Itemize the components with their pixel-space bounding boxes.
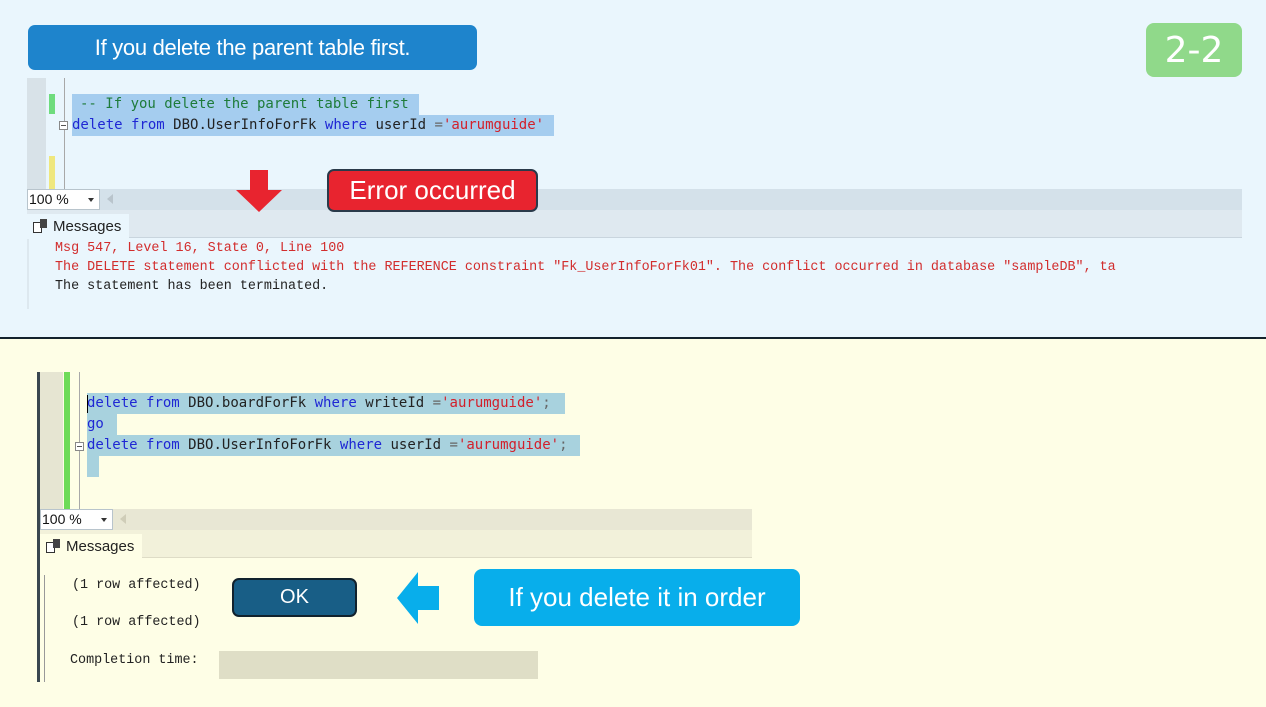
column-name: userId [390, 437, 442, 453]
chevron-down-icon [88, 198, 94, 202]
message-line: The DELETE statement conflicted with the… [55, 260, 1116, 275]
tab-messages-label: Messages [53, 217, 122, 235]
tab-messages[interactable]: Messages [27, 214, 130, 238]
messages-border [44, 575, 45, 682]
arrow-down-icon [236, 170, 282, 212]
message-line: The statement has been terminated. [55, 279, 329, 294]
keyword: where [314, 395, 357, 411]
keyword: from [131, 117, 165, 133]
keyword: delete [87, 395, 138, 411]
collapse-icon[interactable] [59, 121, 68, 130]
chevron-down-icon [101, 518, 107, 522]
results-tab-bar: Messages [40, 530, 752, 558]
message-line: Msg 547, Level 16, State 0, Line 100 [55, 241, 345, 256]
scroll-left-icon[interactable] [120, 514, 126, 524]
zoom-value: 100 % [29, 191, 69, 207]
text-cursor [87, 395, 88, 413]
title-banner: If you delete the parent table first. [28, 25, 477, 70]
change-marker-saved [49, 94, 55, 114]
zoom-dropdown[interactable]: 100 % [27, 189, 100, 210]
messages-border [27, 239, 29, 309]
keyword: from [146, 437, 180, 453]
code-line-empty[interactable] [87, 456, 99, 477]
editor-margin [40, 372, 63, 509]
code-line-delete-board[interactable]: delete from DBO.boardForFk where writeId… [87, 393, 565, 414]
string-literal: 'aurumguide' [441, 395, 543, 411]
outline-line [64, 78, 65, 190]
keyword: delete [72, 117, 123, 133]
editor-zoom-bar: 100 % [27, 189, 1242, 210]
operator: = [434, 117, 443, 133]
message-line: (1 row affected) [72, 578, 201, 593]
messages-icon [46, 539, 60, 553]
completion-time-value-redacted [219, 651, 538, 679]
error-callout: Error occurred [327, 169, 538, 212]
column-name: writeId [365, 395, 425, 411]
messages-icon [33, 219, 47, 233]
column-name: userId [375, 117, 427, 133]
completion-time-label: Completion time: [70, 653, 199, 668]
message-line: (1 row affected) [72, 615, 201, 630]
code-line-comment[interactable]: -- If you delete the parent table first [72, 94, 419, 115]
results-tab-bar: Messages [27, 210, 1242, 238]
change-marker-unsaved [49, 156, 55, 190]
zoom-dropdown[interactable]: 100 % [40, 509, 113, 530]
messages-output: Msg 547, Level 16, State 0, Line 100 The … [55, 239, 1242, 296]
page-badge: 2-2 [1146, 23, 1242, 77]
operator: = [449, 437, 458, 453]
table-name: DBO.UserInfoForFk [188, 437, 332, 453]
semicolon: ; [542, 395, 551, 411]
arrow-left-icon [397, 572, 439, 624]
keyword: from [146, 395, 180, 411]
string-literal: 'aurumguide' [457, 437, 560, 453]
operator: = [432, 395, 442, 411]
zoom-value: 100 % [42, 511, 82, 527]
keyword: where [339, 437, 383, 453]
code-line-go[interactable]: go [87, 414, 117, 435]
outline-line [79, 372, 80, 509]
keyword: where [324, 117, 368, 133]
keyword: delete [87, 437, 138, 453]
code-line-delete-userinfo[interactable]: delete from DBO.UserInfoForFk where user… [87, 435, 580, 456]
change-marker-saved [64, 372, 70, 509]
table-name: DBO.UserInfoForFk [173, 117, 317, 133]
scroll-left-icon[interactable] [107, 194, 113, 204]
collapse-icon[interactable] [75, 442, 84, 451]
string-literal: 'aurumguide' [442, 117, 545, 133]
editor-margin [27, 78, 46, 190]
tab-messages[interactable]: Messages [40, 534, 143, 558]
ok-callout: OK [232, 578, 357, 617]
tab-messages-label: Messages [66, 537, 135, 555]
semicolon: ; [559, 437, 568, 453]
editor-zoom-bar: 100 % [40, 509, 752, 530]
order-callout: If you delete it in order [474, 569, 800, 626]
code-line-delete[interactable]: delete from DBO.UserInfoForFk where user… [72, 115, 555, 136]
table-name: DBO.boardForFk [188, 395, 307, 411]
